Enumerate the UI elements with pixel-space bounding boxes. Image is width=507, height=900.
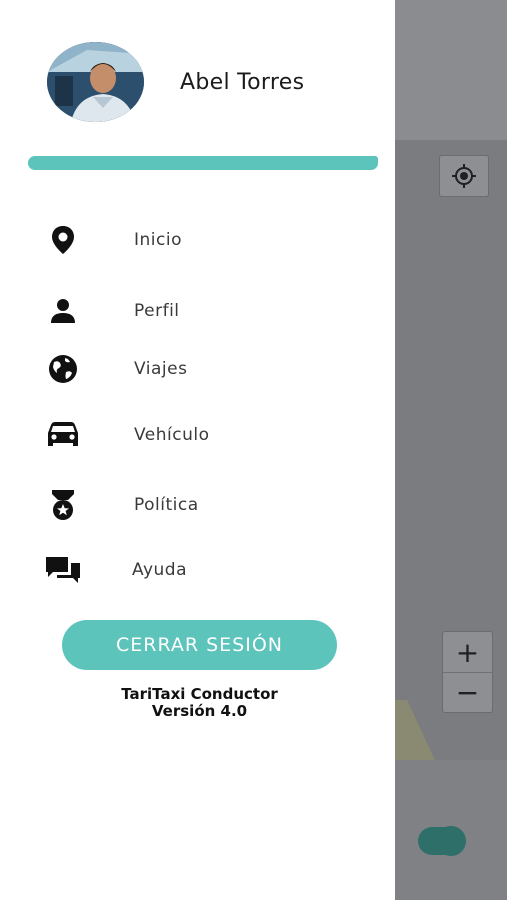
navigation-drawer: Abel Torres Inicio Perfil Viajes Vehícul… <box>0 0 395 900</box>
app-version: Versión 4.0 <box>151 702 248 720</box>
my-location-button[interactable] <box>439 155 489 197</box>
menu-item-viajes[interactable]: Viajes <box>0 347 395 391</box>
map-background: + − <box>395 0 507 900</box>
location-pin-icon <box>45 222 81 258</box>
zoom-in-button[interactable]: + <box>443 632 492 672</box>
menu-item-label: Política <box>134 495 199 515</box>
zoom-out-button[interactable]: − <box>443 672 492 712</box>
person-icon <box>45 293 81 329</box>
menu-item-label: Perfil <box>134 301 180 321</box>
car-icon <box>45 417 81 453</box>
menu-item-label: Vehículo <box>134 425 210 445</box>
menu-item-perfil[interactable]: Perfil <box>0 289 395 333</box>
menu-item-inicio[interactable]: Inicio <box>0 218 395 262</box>
menu-item-ayuda[interactable]: Ayuda <box>0 548 395 592</box>
medal-icon <box>45 487 81 523</box>
menu-item-label: Ayuda <box>132 560 188 580</box>
zoom-controls: + − <box>442 631 493 713</box>
app-info: TariTaxi Conductor Versión 4.0 <box>62 686 337 720</box>
menu-item-politica[interactable]: Política <box>0 483 395 527</box>
globe-icon <box>45 351 81 387</box>
availability-toggle[interactable] <box>418 826 466 856</box>
profile-photo <box>47 42 144 122</box>
header-divider <box>28 156 378 170</box>
logout-button[interactable]: CERRAR SESIÓN <box>62 620 337 670</box>
map-top-area <box>395 0 507 140</box>
chat-bubbles-icon <box>45 552 81 588</box>
menu-item-label: Viajes <box>134 359 188 379</box>
user-name: Abel Torres <box>180 70 305 95</box>
avatar <box>47 42 144 122</box>
menu-item-vehiculo[interactable]: Vehículo <box>0 413 395 457</box>
menu-item-label: Inicio <box>134 230 182 250</box>
app-name: TariTaxi Conductor <box>121 685 278 703</box>
crosshair-icon <box>452 164 476 188</box>
